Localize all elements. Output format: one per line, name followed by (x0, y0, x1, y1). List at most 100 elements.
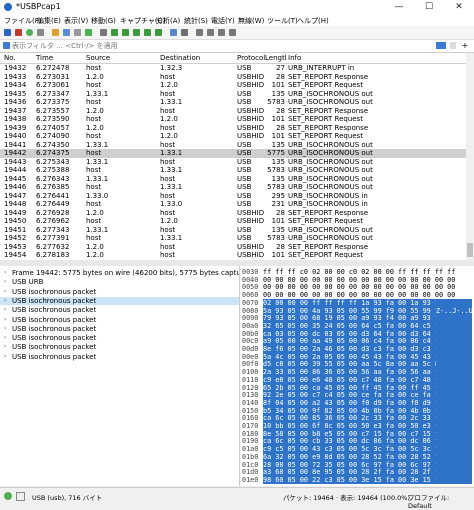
packet-row[interactable]: 19443 6.275343 1.33.1 host USB 135 URB_ISOCHRO… (0, 158, 466, 167)
menu-help[interactable]: ヘルプ(H) (297, 16, 329, 26)
packet-row[interactable]: 19446 6.276385 host 1.33.1 USB 5783 URB_ISOCHR… (0, 183, 466, 192)
packet-row[interactable]: 19452 6.277391 host 1.33.1 USB 5783 URB_ISOCHR… (0, 234, 466, 243)
detail-tree-item[interactable]: › USB URB (0, 278, 239, 287)
capture-options-icon[interactable] (37, 29, 44, 36)
packet-cell-protocol: USB (237, 166, 252, 174)
packet-row[interactable]: 19439 6.274057 1.2.0 host USBHID 28 SET_REPORT… (0, 124, 466, 133)
packet-row[interactable]: 19437 6.273557 1.2.0 host USBHID 28 SET_REPORT… (0, 107, 466, 116)
detail-tree-item[interactable]: › USB isochronous packet (0, 325, 239, 334)
start-capture-icon[interactable] (4, 29, 11, 36)
column-header-no[interactable]: No. (4, 54, 16, 62)
resize-columns-icon[interactable] (229, 29, 236, 36)
minimize-button[interactable]: — (384, 0, 414, 14)
close-file-icon[interactable] (74, 29, 81, 36)
packet-row[interactable]: 19435 6.273347 1.33.1 host USB 135 URB_ISOCHRO… (0, 90, 466, 99)
packet-row[interactable]: 19450 6.276962 host 1.2.0 USBHID 101 SET_REPOR… (0, 217, 466, 226)
expert-info-icon[interactable] (4, 492, 12, 500)
expand-arrow-icon[interactable]: › (4, 325, 6, 334)
filter-bookmark-icon[interactable] (3, 42, 10, 49)
menu-tools[interactable]: ツール(T) (267, 16, 298, 26)
detail-tree-item[interactable]: › USB isochronous packet (0, 316, 239, 325)
column-header-length[interactable]: Lengtl (265, 54, 287, 62)
packet-list-scrollbar[interactable] (466, 53, 474, 260)
packet-row[interactable]: 19433 6.273031 1.2.0 host USBHID 28 SET_REPORT… (0, 73, 466, 82)
menu-view[interactable]: 表示(V) (64, 16, 88, 26)
column-header-destination[interactable]: Destination (160, 54, 200, 62)
detail-tree-item[interactable]: › USB isochronous packet (0, 296, 239, 306)
autoscroll-icon[interactable] (170, 29, 177, 36)
reload-icon[interactable] (85, 29, 92, 36)
stop-capture-icon[interactable] (15, 29, 22, 36)
normal-size-icon[interactable] (218, 29, 225, 36)
packet-row[interactable]: 19432 6.272478 host 1.32.3 USB 27 URB_INTERRUP… (0, 64, 466, 73)
menu-statistics[interactable]: 統計(S) (184, 16, 208, 26)
column-header-source[interactable]: Source (86, 54, 110, 62)
packet-row[interactable]: 19440 6.274090 host 1.2.0 USBHID 101 SET_REPOR… (0, 132, 466, 141)
open-file-icon[interactable] (52, 29, 59, 36)
zoom-in-icon[interactable] (196, 29, 203, 36)
expand-arrow-icon[interactable]: › (4, 334, 6, 343)
expand-arrow-icon[interactable]: › (4, 306, 6, 315)
go-to-packet-icon[interactable] (133, 29, 140, 36)
detail-tree-label: USB isochronous packet (12, 306, 97, 315)
detail-tree-item[interactable]: › USB isochronous packet (0, 353, 239, 362)
apply-filter-icon[interactable] (436, 42, 446, 49)
menu-file[interactable]: ファイル(F) (4, 16, 42, 26)
column-header-info[interactable]: Info (288, 54, 301, 62)
scrollbar-thumb[interactable] (467, 243, 473, 257)
ascii-bytes[interactable] (436, 475, 472, 485)
detail-tree-item[interactable]: › Frame 19442: 5775 bytes on wire (46200 … (0, 269, 239, 278)
packet-row[interactable]: 19444 6.275388 host 1.33.1 USB 5783 URB_ISOCHR… (0, 166, 466, 175)
close-button[interactable]: ✕ (444, 0, 474, 14)
hex-dump-row[interactable]: 01e0 98 60 05 00 22 c3 05 00 3e 15 fa 00 … (240, 475, 474, 485)
filter-dropdown-icon[interactable] (450, 42, 456, 49)
first-packet-icon[interactable] (144, 29, 151, 36)
save-file-icon[interactable] (63, 29, 70, 36)
display-filter-input[interactable] (12, 41, 432, 50)
hex-bytes[interactable]: 98 60 05 00 22 c3 05 00 3e 15 fa 00 3e 1… (263, 475, 456, 485)
column-header-protocol[interactable]: Protocol (237, 54, 265, 62)
menu-analyze[interactable]: 分析(A) (156, 16, 180, 26)
last-packet-icon[interactable] (155, 29, 162, 36)
packet-row[interactable]: 19453 6.277632 1.2.0 host USBHID 28 SET_REPORT… (0, 243, 466, 252)
packet-cell-info: SET_REPORT Response (288, 242, 369, 251)
expand-arrow-icon[interactable]: › (4, 316, 6, 325)
find-packet-icon[interactable] (100, 29, 107, 36)
packet-row[interactable]: 19447 6.276441 1.33.0 host USB 295 URB_ISOCHRO… (0, 192, 466, 201)
zoom-out-icon[interactable] (207, 29, 214, 36)
go-back-icon[interactable] (111, 29, 118, 36)
capture-comment-icon[interactable] (16, 492, 25, 501)
packet-row[interactable]: 19436 6.273375 host 1.33.1 USB 5783 URB_ISOCHR… (0, 98, 466, 107)
packet-row[interactable]: 19449 6.276928 1.2.0 host USBHID 28 SET_REPORT… (0, 209, 466, 218)
detail-tree-item[interactable]: › USB isochronous packet (0, 288, 239, 297)
maximize-button[interactable]: ☐ (414, 0, 444, 14)
expand-arrow-icon[interactable]: › (4, 278, 6, 287)
restart-capture-icon[interactable] (26, 29, 33, 36)
packet-row[interactable]: 19451 6.277343 1.33.1 host USB 135 URB_ISOCHRO… (0, 226, 466, 235)
go-forward-icon[interactable] (122, 29, 129, 36)
packet-row[interactable]: 19442 6.274375 host 1.33.1 USB 5775 URB_ISOCHR… (0, 149, 466, 158)
packet-row[interactable]: 19448 6.276449 host 1.33.0 USB 231 URB_ISOCHRO… (0, 200, 466, 209)
menu-telephony[interactable]: 電話(Y) (211, 16, 235, 26)
column-header-time[interactable]: Time (36, 54, 53, 62)
menu-go[interactable]: 移動(G) (91, 16, 116, 26)
expand-arrow-icon[interactable]: › (4, 297, 6, 306)
detail-tree-item[interactable]: › USB isochronous packet (0, 306, 239, 315)
expand-arrow-icon[interactable]: › (4, 353, 6, 362)
detail-tree-item[interactable]: › USB isochronous packet (0, 334, 239, 343)
add-filter-button-icon[interactable]: + (461, 42, 469, 50)
expand-arrow-icon[interactable]: › (4, 288, 6, 297)
status-profile[interactable]: プロファイル: Default (408, 492, 474, 510)
packet-row[interactable]: 19438 6.273590 host 1.2.0 USBHID 101 SET_REPOR… (0, 115, 466, 124)
packet-row[interactable]: 19441 6.274350 1.33.1 host USB 135 URB_ISOCHRO… (0, 141, 466, 150)
packet-row[interactable]: 19445 6.276343 1.33.1 host USB 135 URB_ISOCHRO… (0, 175, 466, 184)
expand-arrow-icon[interactable]: › (4, 269, 6, 278)
menu-edit[interactable]: 編集(E) (37, 16, 61, 26)
packet-row[interactable]: 19434 6.273061 host 1.2.0 USBHID 101 SET_REPOR… (0, 81, 466, 90)
colorize-icon[interactable] (181, 29, 188, 36)
packet-row[interactable]: 19454 6.278183 1.2.0 host USBHID 101 SET_REPOR… (0, 251, 466, 260)
detail-tree-item[interactable]: › USB isochronous packet (0, 343, 239, 352)
packet-cell-source: host (86, 132, 102, 140)
expand-arrow-icon[interactable]: › (4, 343, 6, 352)
menu-wireless[interactable]: 無線(W) (238, 16, 264, 26)
